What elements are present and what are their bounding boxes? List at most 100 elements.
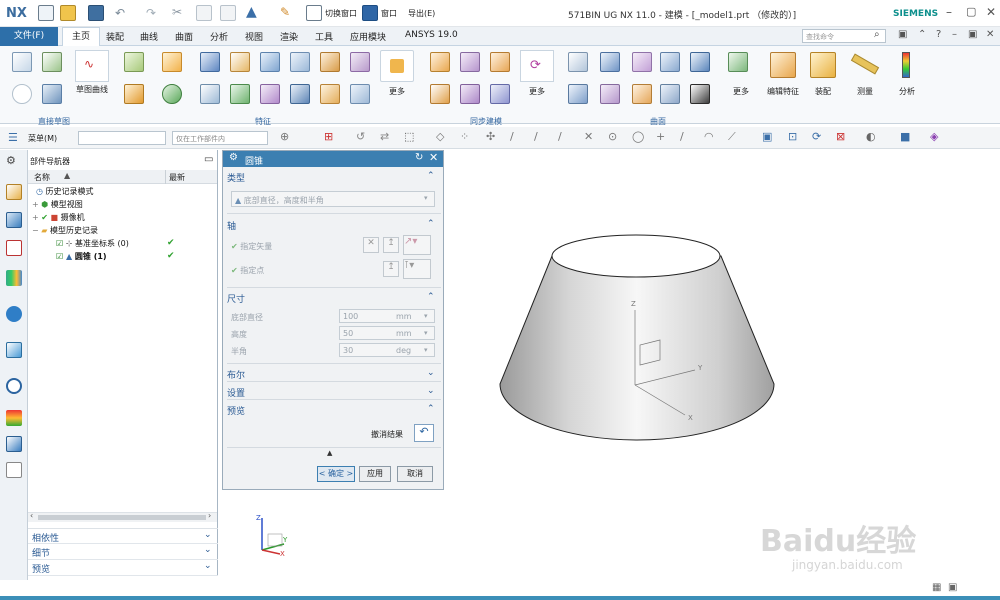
chevron-down-icon[interactable]: ⌄ (427, 368, 435, 378)
measure-button[interactable] (848, 50, 882, 82)
tree-row-cameras[interactable]: + ✔ ■ 摄像机 (32, 212, 85, 224)
thicken-icon[interactable] (200, 84, 220, 104)
apply-button[interactable]: 应用 (359, 466, 391, 482)
tab-ansys[interactable]: ANSYS 19.0 (405, 30, 458, 40)
menu-icon[interactable]: ☰ (8, 131, 18, 144)
dialog-close-icon[interactable]: ✕ (429, 151, 438, 164)
rotate-view-icon[interactable]: ⟳ (812, 130, 821, 143)
copy-icon[interactable] (196, 5, 212, 21)
collapse-ribbon-icon[interactable]: ⌃ (918, 29, 926, 40)
reverse-direction-icon[interactable]: ✕ (363, 237, 379, 253)
cone-body[interactable] (499, 255, 775, 441)
scroll-right-icon[interactable]: › (208, 511, 211, 520)
section-type[interactable]: 类型 ⌃ (227, 171, 441, 184)
open-folder-icon[interactable] (60, 5, 76, 21)
sync-more-button[interactable]: ⟳ (520, 50, 554, 82)
swept-icon[interactable] (660, 52, 680, 72)
maximize-icon[interactable]: ▢ (966, 5, 976, 18)
pull-face-icon[interactable] (460, 52, 480, 72)
sketch-curve-button[interactable]: ∿ (75, 50, 109, 82)
cut-icon[interactable]: ✂ (172, 5, 182, 19)
manufacturing-wizard-icon[interactable] (6, 436, 22, 452)
reuse-library-icon[interactable] (6, 270, 22, 286)
select-intent-icon[interactable]: ⇄ (380, 130, 389, 143)
arc-center-icon[interactable]: ⊙ (608, 130, 617, 143)
chevron-down-icon[interactable]: ⌄ (427, 386, 435, 396)
chevron-up-icon[interactable]: ⌃ (427, 219, 435, 229)
through-curve-mesh-icon[interactable] (600, 52, 620, 72)
feature-select-icon[interactable]: ⁘ (460, 130, 469, 143)
graphics-window-cone[interactable]: Z Y X (470, 220, 800, 450)
chevron-up-icon[interactable]: ⌃ (427, 292, 435, 302)
doc-minimize-icon[interactable]: – (952, 29, 957, 40)
section-preview[interactable]: 预览 ⌃ (227, 404, 441, 417)
window-icon[interactable] (362, 5, 378, 21)
repeat-command-icon[interactable]: ✎ (280, 5, 290, 19)
boss-icon[interactable] (260, 52, 280, 72)
expand-icon[interactable]: + (32, 213, 39, 222)
hole-icon[interactable] (200, 52, 220, 72)
panel-dependencies[interactable]: 相依性 ⌄ (28, 528, 218, 544)
move-face-icon[interactable] (430, 52, 450, 72)
tree-row-model-history[interactable]: − ▰ 模型历史记录 (32, 225, 98, 237)
history-icon[interactable] (6, 378, 22, 394)
sew-icon[interactable] (690, 84, 710, 104)
section-axis[interactable]: 轴 ⌃ (227, 219, 441, 232)
existing-point-icon[interactable]: + (656, 130, 665, 143)
panel-details[interactable]: 细节 ⌄ (28, 544, 218, 560)
sketch-icon[interactable] (12, 52, 32, 72)
save-icon[interactable] (88, 5, 104, 21)
trim-sheet-icon[interactable] (632, 84, 652, 104)
tree-row-cone[interactable]: ☑ ▲ 圆锥 (1) ✔ (56, 251, 216, 263)
undo-icon[interactable]: ↶ (115, 6, 125, 20)
redo-icon[interactable]: ↷ (146, 6, 156, 20)
tree-row-model-views[interactable]: + ⬢ 模型视图 (32, 199, 83, 211)
display-mode-icon[interactable]: ■ (900, 130, 910, 143)
search-icon[interactable]: ⌕ (874, 29, 880, 40)
tab-analysis[interactable]: 分析 (210, 30, 228, 43)
edge-blend-icon[interactable] (230, 84, 250, 104)
analysis-button[interactable] (890, 50, 924, 82)
revolve-icon[interactable] (162, 52, 182, 72)
base-diameter-input[interactable]: 100 mm ▾ (339, 309, 435, 323)
status-window-icon[interactable]: ▣ (948, 582, 957, 593)
through-curves-icon[interactable] (568, 52, 588, 72)
checkbox-checked-icon[interactable]: ☑ (56, 252, 63, 261)
snap-icon[interactable]: ⊞ (324, 130, 333, 143)
section-settings[interactable]: 设置 ⌄ (227, 386, 441, 399)
cone-quick-icon[interactable]: ▲ (246, 4, 257, 20)
chevron-down-icon[interactable]: ⌄ (204, 545, 212, 555)
dropdown-arrow-icon[interactable]: ▾ (424, 346, 428, 354)
chevron-up-icon[interactable]: ⌃ (427, 404, 435, 414)
switch-window-icon[interactable] (306, 5, 322, 21)
process-studio-icon[interactable] (6, 410, 22, 426)
menu-button[interactable]: 菜单(M) (28, 133, 57, 144)
chevron-up-icon[interactable]: ⌃ (427, 171, 435, 181)
horizontal-scrollbar[interactable]: ‹ › (28, 511, 217, 522)
constraint-navigator-icon[interactable] (6, 212, 22, 228)
tab-home[interactable]: 主页 (62, 27, 100, 47)
box-select-icon[interactable]: ⬚ (404, 130, 414, 143)
on-curve-icon[interactable]: / (680, 130, 684, 143)
chevron-down-icon[interactable]: ⌄ (204, 561, 212, 571)
tab-surface[interactable]: 曲面 (175, 30, 193, 43)
offset-surface-icon[interactable] (600, 84, 620, 104)
doc-close-icon[interactable]: ✕ (986, 29, 994, 40)
tab-application[interactable]: 应用模块 (350, 30, 386, 43)
delete-face-icon[interactable] (460, 84, 480, 104)
feature-more-button[interactable] (380, 50, 414, 82)
tab-view[interactable]: 视图 (245, 30, 263, 43)
circle-sketch-icon[interactable] (12, 84, 32, 104)
shell-icon[interactable] (290, 84, 310, 104)
help-icon[interactable]: ? (936, 29, 941, 40)
undo-result-button[interactable]: ↶ (414, 424, 434, 442)
ribbon-settings-icon[interactable]: ▣ (898, 29, 907, 40)
pad-icon[interactable] (320, 52, 340, 72)
studio-surface-icon[interactable] (632, 52, 652, 72)
fit-view-icon[interactable]: ▣ (762, 130, 772, 143)
render-style-icon[interactable]: ◐ (866, 130, 876, 143)
status-grid-icon[interactable]: ▦ (932, 582, 941, 593)
mid-point-icon[interactable]: / (534, 130, 538, 143)
offset-region-icon[interactable] (490, 52, 510, 72)
sphere-icon[interactable] (162, 84, 182, 104)
